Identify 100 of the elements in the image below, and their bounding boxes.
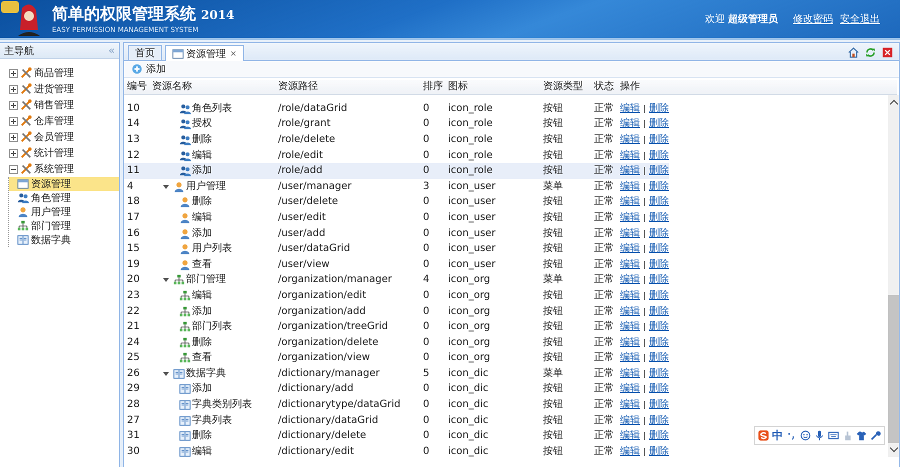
action-link[interactable]: 删除 [649, 212, 669, 224]
action-link[interactable]: 编辑 [620, 430, 640, 442]
action-link[interactable]: 编辑 [620, 446, 640, 458]
expand-arrow-icon[interactable] [163, 278, 169, 282]
action-link[interactable]: 删除 [649, 290, 669, 302]
tab[interactable]: 首页 [128, 45, 162, 60]
action-link[interactable]: 删除 [649, 165, 669, 178]
action-link[interactable]: 编辑 [620, 274, 640, 286]
sidebar-item[interactable]: 仓库管理 [20, 113, 119, 129]
input-mode-toggle[interactable]: 中 [772, 428, 783, 443]
action-link[interactable]: 删除 [649, 102, 669, 115]
scrollbar[interactable] [888, 95, 899, 457]
punctuation-icon[interactable] [786, 430, 797, 441]
sidebar-item[interactable]: 进货管理 [20, 81, 119, 97]
home-icon[interactable] [848, 47, 859, 58]
action-link[interactable]: 编辑 [620, 352, 640, 364]
action-link[interactable]: 编辑 [620, 212, 640, 224]
action-link[interactable]: 编辑 [620, 399, 640, 412]
action-link[interactable]: 编辑 [620, 134, 640, 146]
expand-arrow-icon[interactable] [163, 184, 169, 189]
action-link[interactable]: 删除 [649, 228, 669, 240]
hierarchy-icon [179, 336, 191, 349]
sidebar-item[interactable]: 部门管理 [9, 219, 119, 233]
expander-icon[interactable] [9, 116, 18, 126]
action-link[interactable]: 删除 [649, 430, 669, 442]
action-link[interactable]: 编辑 [620, 228, 640, 240]
sidebar-item[interactable]: 统计管理 [20, 145, 119, 161]
action-link[interactable]: 删除 [649, 321, 669, 334]
expand-arrow-icon[interactable] [163, 372, 169, 376]
action-link[interactable]: 编辑 [620, 102, 640, 115]
keyboard-icon[interactable] [828, 430, 839, 441]
action-link[interactable]: 删除 [649, 150, 669, 162]
action-link[interactable]: 编辑 [620, 414, 640, 427]
action-link[interactable]: 编辑 [620, 368, 640, 380]
action-link[interactable]: 删除 [649, 243, 669, 256]
action-link[interactable]: 编辑 [620, 196, 640, 208]
action-link[interactable]: 编辑 [620, 165, 640, 178]
action-link[interactable]: 删除 [649, 352, 669, 364]
action-link[interactable]: 编辑 [620, 150, 640, 162]
action-link[interactable]: 删除 [649, 258, 669, 271]
action-link[interactable]: 编辑 [620, 243, 640, 256]
expander-icon[interactable] [9, 100, 18, 110]
action-link[interactable]: 编辑 [620, 290, 640, 302]
add-button[interactable]: 添加 [128, 62, 169, 76]
expander-icon[interactable] [9, 132, 18, 142]
table-cell-text: 正常 [593, 196, 615, 208]
action-link[interactable]: 删除 [649, 383, 669, 396]
close-icon[interactable] [882, 47, 893, 58]
sidebar-item[interactable]: 角色管理 [9, 191, 119, 205]
table-cell-text: /user/add [277, 228, 326, 240]
table-cell-text: 11 [126, 165, 141, 178]
tab[interactable]: 资源管理 × [165, 45, 244, 61]
action-link[interactable]: 编辑 [620, 258, 640, 271]
ime-logo-icon[interactable] [758, 430, 769, 441]
shirt-icon[interactable] [856, 430, 867, 441]
sidebar-item[interactable]: 会员管理 [20, 129, 119, 145]
action-link[interactable]: 编辑 [620, 306, 640, 318]
action-link[interactable]: 删除 [649, 414, 669, 427]
smiley-icon[interactable] [800, 430, 811, 441]
table-cell-text: 正常 [593, 430, 615, 442]
header-link[interactable]: 安全退出 [840, 12, 880, 26]
action-link[interactable]: 删除 [649, 118, 669, 130]
action-link[interactable]: 删除 [649, 399, 669, 412]
sidebar-item[interactable]: 数据字典 [9, 233, 119, 247]
table-cell-text: 按钮 [542, 321, 564, 334]
action-link[interactable]: 编辑 [620, 180, 640, 193]
action-link[interactable]: 删除 [649, 196, 669, 208]
action-link[interactable]: 编辑 [620, 383, 640, 396]
header-link[interactable]: 修改密码 [793, 12, 833, 26]
wrench-icon[interactable] [870, 430, 881, 441]
expander-icon[interactable] [9, 84, 18, 94]
expander-icon[interactable] [9, 68, 18, 78]
action-link[interactable]: 编辑 [620, 336, 640, 349]
expander-icon[interactable] [9, 148, 18, 158]
action-link[interactable]: 删除 [649, 134, 669, 146]
scroll-thumb[interactable] [888, 295, 899, 443]
table-cell-text: 12 [126, 150, 141, 162]
action-link[interactable]: 删除 [649, 368, 669, 380]
action-link[interactable]: 删除 [649, 180, 669, 193]
sidebar-item[interactable]: 商品管理 [20, 65, 119, 81]
expander-icon[interactable] [9, 164, 18, 174]
table-cell: 数据字典 [186, 368, 226, 380]
table-cell-text: icon_dic [447, 446, 490, 458]
action-link[interactable]: 删除 [649, 336, 669, 349]
sidebar-item[interactable]: 系统管理 [20, 161, 119, 177]
action-link[interactable]: 删除 [649, 274, 669, 286]
action-link[interactable]: 删除 [649, 306, 669, 318]
action-link[interactable]: 删除 [649, 446, 669, 458]
action-link[interactable]: 编辑 [620, 321, 640, 334]
sidebar-item[interactable]: 销售管理 [20, 97, 119, 113]
column-header: 资源类型 [542, 81, 584, 93]
close-icon[interactable]: × [230, 49, 237, 58]
sidebar-item[interactable]: 用户管理 [9, 205, 119, 219]
refresh-icon[interactable] [865, 47, 876, 58]
table-cell-text: 正常 [593, 368, 615, 380]
sidebar-item[interactable]: 资源管理 [9, 177, 119, 191]
microphone-icon[interactable] [814, 430, 825, 441]
table-cell-text: 0 [422, 165, 430, 178]
action-link[interactable]: 编辑 [620, 118, 640, 130]
table-cell: 用户列表 [192, 243, 232, 256]
